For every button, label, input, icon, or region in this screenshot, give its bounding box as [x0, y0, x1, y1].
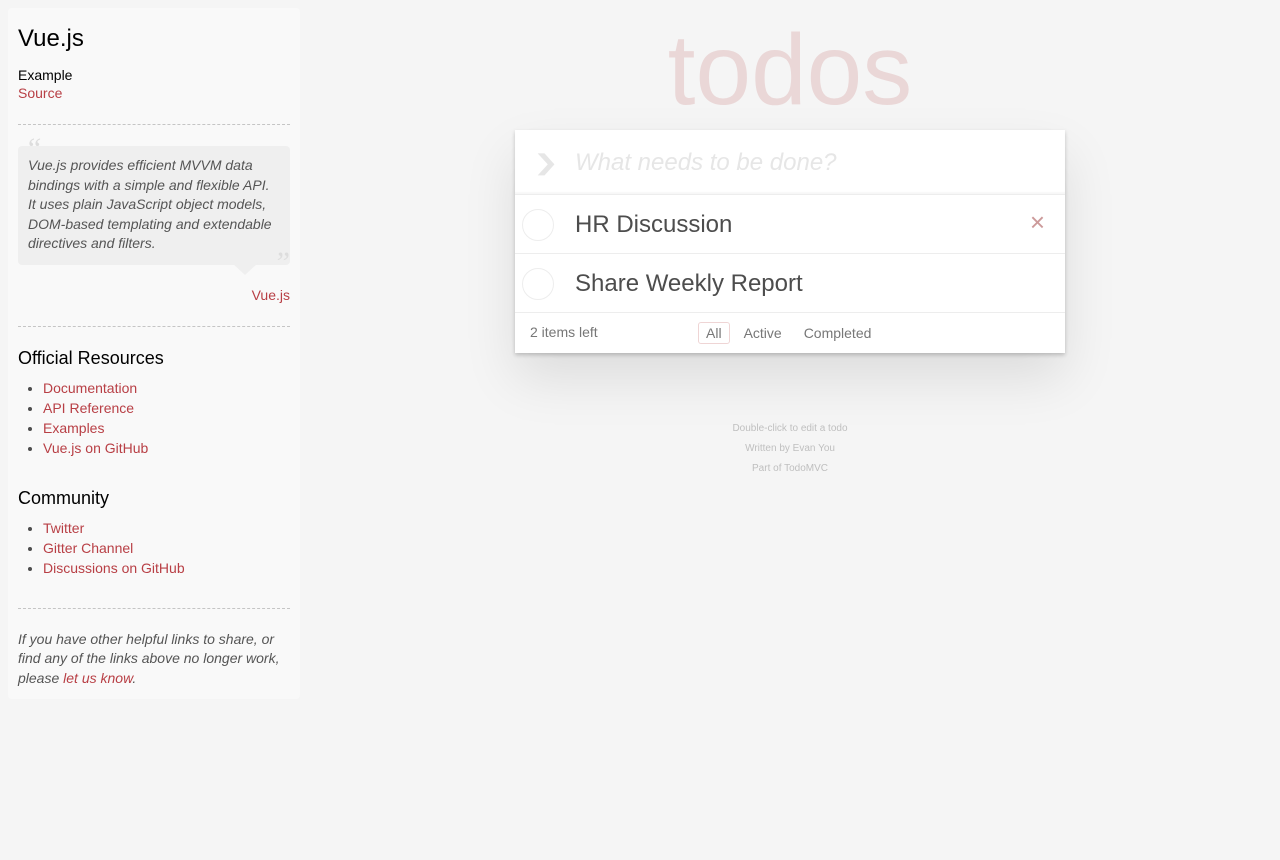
- footer-text-end: .: [132, 669, 137, 686]
- edit-hint: Double-click to edit a todo: [732, 423, 848, 434]
- author-credit: Written by Evan You: [515, 439, 1065, 459]
- todomvc-link[interactable]: TodoMVC: [784, 463, 828, 474]
- info-footer: Double-click to edit a todo Written by E…: [515, 419, 1065, 479]
- author-prefix: Written by: [745, 443, 793, 454]
- list-item: Examples: [43, 418, 290, 438]
- todomvc-credit: Part of TodoMVC: [515, 459, 1065, 479]
- quote-author-link[interactable]: Vue.js: [252, 287, 290, 303]
- author-link[interactable]: Evan You: [793, 443, 835, 454]
- filter-completed[interactable]: Completed: [796, 322, 880, 344]
- list-item: API Reference: [43, 398, 290, 418]
- github-link[interactable]: Vue.js on GitHub: [43, 440, 148, 456]
- stack-shadow: [521, 357, 1059, 361]
- example-label: Example: [18, 67, 73, 83]
- source-link[interactable]: Source: [18, 84, 62, 102]
- quote-author: Vue.js: [18, 287, 290, 303]
- app-title: todos: [667, 14, 913, 126]
- close-quote-icon: ”: [273, 246, 290, 279]
- list-item: Twitter: [43, 518, 290, 538]
- sidebar-title: Vue.js: [18, 25, 84, 52]
- filter-active[interactable]: Active: [736, 322, 790, 344]
- resources-heading: Official Resources: [18, 347, 164, 368]
- todomvc-prefix: Part of: [752, 463, 785, 474]
- twitter-link[interactable]: Twitter: [43, 520, 84, 536]
- todo-app: ❯ HR Discussion × Share Weekly Report 2 …: [515, 130, 1065, 361]
- items-left-count: 2 items left: [530, 324, 598, 340]
- divider: [18, 325, 290, 327]
- divider: [18, 607, 290, 609]
- chevron-down-icon[interactable]: ❯: [533, 148, 575, 178]
- todo-toggle-checkbox[interactable]: [522, 209, 554, 241]
- quote-tail: [232, 263, 258, 275]
- todo-toggle-checkbox[interactable]: [522, 268, 554, 300]
- todo-label[interactable]: Share Weekly Report: [575, 254, 803, 313]
- list-item: Vue.js on GitHub: [43, 438, 290, 458]
- sidebar-footer: If you have other helpful links to share…: [18, 630, 290, 689]
- todo-footer: 2 items left All Active Completed: [515, 313, 1065, 361]
- quote-text: Vue.js provides efficient MVVM data bind…: [18, 146, 290, 265]
- footer-text: If you have other helpful links to share…: [18, 630, 280, 686]
- close-icon[interactable]: ×: [1030, 195, 1045, 250]
- learn-sidebar: Vue.js Example Source “ Vue.js provides …: [8, 8, 300, 699]
- quote-block: “ Vue.js provides efficient MVVM data bi…: [18, 132, 290, 303]
- let-us-know-link[interactable]: let us know: [63, 670, 132, 686]
- resources-list: Documentation API Reference Examples Vue…: [18, 378, 290, 458]
- discussions-link[interactable]: Discussions on GitHub: [43, 560, 185, 576]
- filters: All Active Completed: [695, 322, 882, 344]
- gitter-link[interactable]: Gitter Channel: [43, 540, 133, 556]
- list-item: Gitter Channel: [43, 538, 290, 558]
- examples-link[interactable]: Examples: [43, 420, 104, 436]
- community-list: Twitter Gitter Channel Discussions on Gi…: [18, 518, 290, 578]
- todo-header: ❯: [515, 130, 1065, 195]
- api-reference-link[interactable]: API Reference: [43, 400, 134, 416]
- todo-item[interactable]: Share Weekly Report: [515, 254, 1065, 313]
- new-todo-input[interactable]: [575, 130, 1055, 195]
- filter-all[interactable]: All: [698, 322, 730, 344]
- stack-shadow: [519, 353, 1061, 357]
- todo-label[interactable]: HR Discussion: [575, 195, 732, 254]
- documentation-link[interactable]: Documentation: [43, 380, 137, 396]
- community-heading: Community: [18, 487, 110, 508]
- todo-item[interactable]: HR Discussion ×: [515, 195, 1065, 254]
- list-item: Documentation: [43, 378, 290, 398]
- divider: [18, 124, 290, 125]
- list-item: Discussions on GitHub: [43, 558, 290, 578]
